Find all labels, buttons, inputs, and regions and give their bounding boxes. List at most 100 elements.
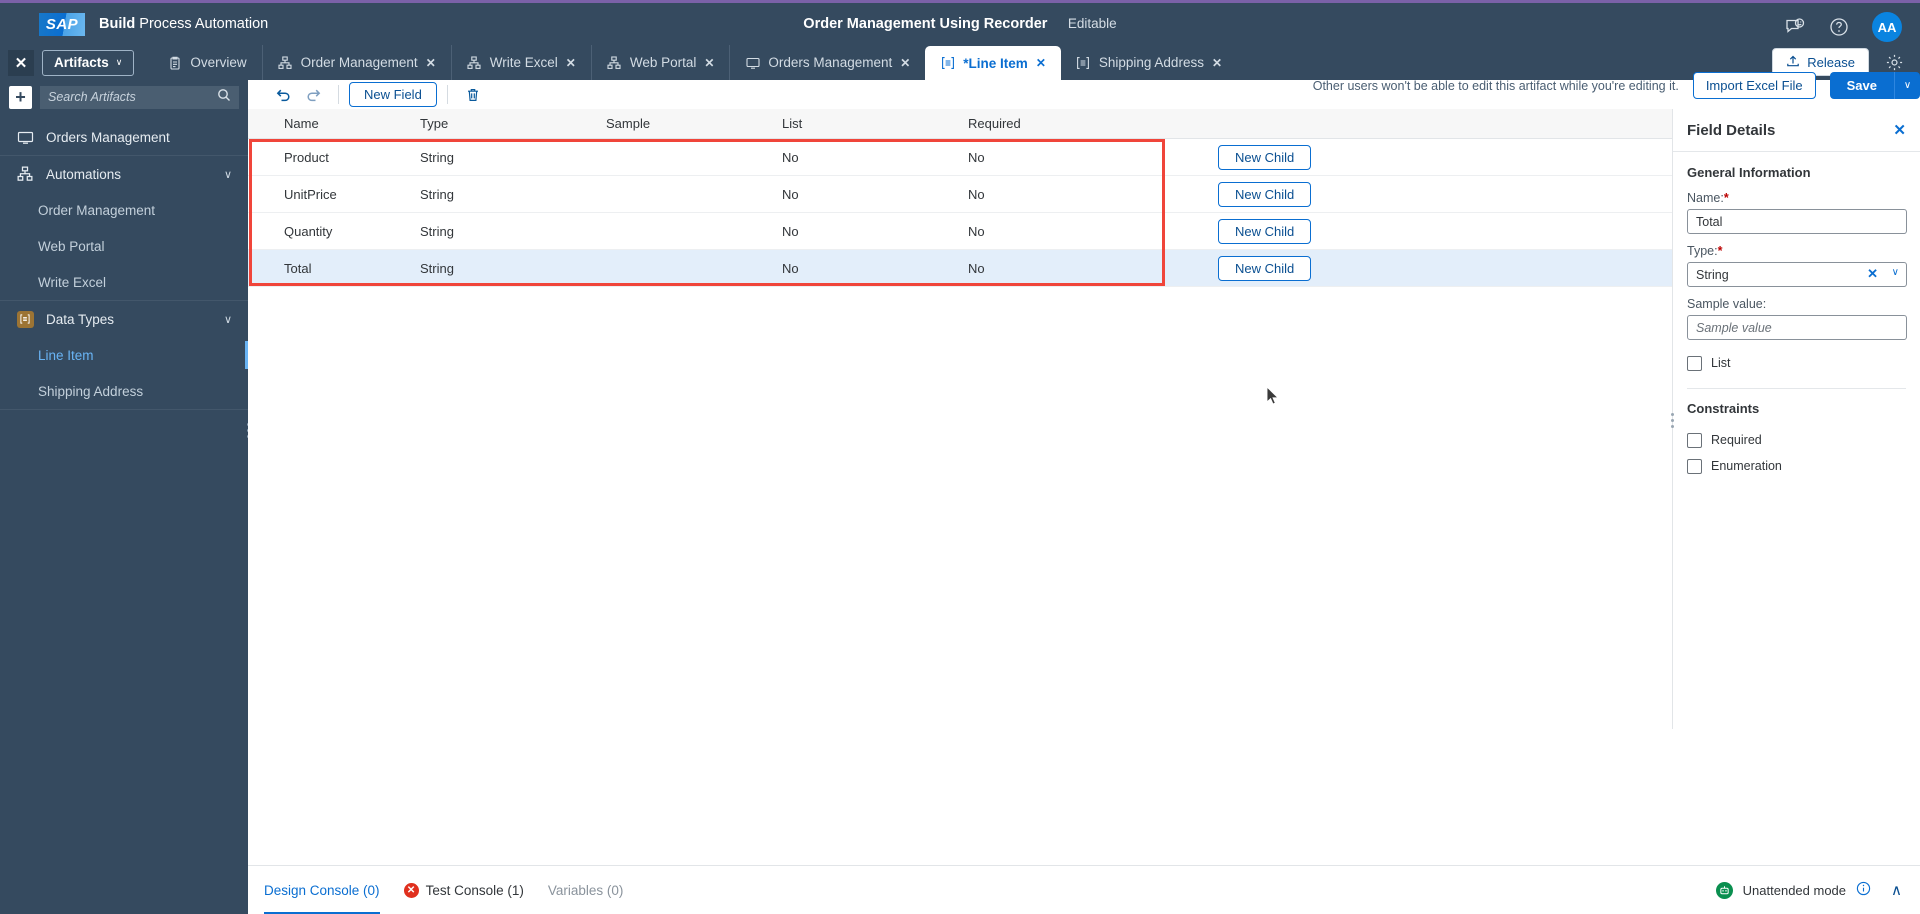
new-child-button[interactable]: New Child xyxy=(1218,218,1312,244)
cell-required: No xyxy=(968,260,985,276)
close-icon[interactable]: ✕ xyxy=(900,56,910,70)
cell-name: Total xyxy=(284,260,312,276)
name-field[interactable] xyxy=(1687,209,1907,234)
required-checkbox-row[interactable]: Required xyxy=(1687,427,1906,453)
search-input[interactable] xyxy=(48,90,217,104)
close-icon[interactable]: ✕ xyxy=(1036,56,1046,70)
tab-line-item[interactable]: *Line Item ✕ xyxy=(925,46,1061,80)
sidebar-item-line-item[interactable]: Line Item xyxy=(0,337,248,373)
cell-actions: New Child xyxy=(1218,181,1418,207)
general-information-title: General Information xyxy=(1687,165,1811,180)
tab-test-console[interactable]: ✕ Test Console (1) xyxy=(403,866,524,914)
close-icon[interactable]: ✕ xyxy=(566,56,576,70)
chevron-down-icon[interactable]: ∨ xyxy=(224,168,232,181)
tab-label: Web Portal xyxy=(629,55,697,70)
fields-table: Name Type Sample List Required Product S… xyxy=(248,109,1920,287)
new-child-button[interactable]: New Child xyxy=(1218,255,1312,281)
save-menu-caret-icon[interactable]: ∨ xyxy=(1894,72,1920,99)
cell-name: Product xyxy=(284,149,329,165)
enumeration-checkbox-row[interactable]: Enumeration xyxy=(1687,453,1906,479)
sap-logo: SAP xyxy=(39,12,85,36)
new-field-button[interactable]: New Field xyxy=(349,82,437,107)
expand-console-icon[interactable]: ∧ xyxy=(1891,881,1902,899)
name-label-text: Name: xyxy=(1687,191,1724,205)
tab-design-console[interactable]: Design Console (0) xyxy=(264,866,380,914)
close-icon[interactable]: ✕ xyxy=(1212,56,1222,70)
new-child-button[interactable]: New Child xyxy=(1218,144,1312,170)
tab-overview[interactable]: Overview xyxy=(152,45,261,80)
sample-value-field[interactable] xyxy=(1687,315,1907,340)
table-row[interactable]: Total String No No New Child xyxy=(248,250,1920,287)
tab-web-portal[interactable]: Web Portal ✕ xyxy=(590,45,730,80)
tab-variables[interactable]: Variables (0) xyxy=(548,866,624,914)
product-name-rest: Process Automation xyxy=(135,16,269,32)
list-checkbox[interactable] xyxy=(1687,355,1702,371)
automation-icon xyxy=(278,55,293,70)
list-checkbox-row[interactable]: List xyxy=(1687,350,1906,376)
close-icon[interactable]: ✕ xyxy=(426,56,436,70)
cell-required: No xyxy=(968,223,985,239)
sidebar-item-order-management[interactable]: Order Management xyxy=(0,192,248,228)
gear-icon[interactable] xyxy=(1885,53,1904,72)
type-select-wrap: ✕ ∨ xyxy=(1687,262,1907,287)
close-icon[interactable]: ✕ xyxy=(704,56,714,70)
artifacts-dropdown-button[interactable]: Artifacts ∨ xyxy=(42,49,135,76)
panel-resize-handle[interactable] xyxy=(1667,409,1677,431)
import-excel-file-button[interactable]: Import Excel File xyxy=(1692,72,1816,99)
sidebar-group-label: Data Types xyxy=(46,311,115,327)
sidebar-item-label: Shipping Address xyxy=(38,383,144,399)
chevron-down-icon[interactable]: ∨ xyxy=(1892,267,1899,278)
close-icon[interactable]: ✕ xyxy=(1893,121,1906,139)
tab-label: Overview xyxy=(190,55,247,70)
enumeration-checkbox[interactable] xyxy=(1687,458,1702,474)
field-details-panel: Field Details ✕ General Information Name… xyxy=(1670,109,1920,729)
tab-write-excel[interactable]: Write Excel ✕ xyxy=(450,45,591,80)
tab-order-management[interactable]: Order Management ✕ xyxy=(261,45,451,80)
field-details-header: Field Details ✕ xyxy=(1673,109,1920,152)
chevron-down-icon[interactable]: ∨ xyxy=(224,313,232,326)
cell-actions: New Child xyxy=(1218,255,1418,281)
trash-icon[interactable] xyxy=(458,82,488,108)
new-child-button[interactable]: New Child xyxy=(1218,181,1312,207)
table-row[interactable]: Product String No No New Child xyxy=(248,139,1920,176)
redo-icon[interactable] xyxy=(298,82,328,108)
clear-type-icon[interactable]: ✕ xyxy=(1867,266,1878,282)
sidebar-search-row: + xyxy=(0,81,248,113)
save-button[interactable]: Save xyxy=(1829,72,1894,99)
sidebar-item-write-excel[interactable]: Write Excel xyxy=(0,264,248,300)
editor-tabs: Overview Order Management ✕ Write Excel … xyxy=(152,45,1237,80)
sidebar-group-header-data-types[interactable]: Data Types ∨ xyxy=(0,301,248,337)
shell-center-title: Order Management Using Recorder Editable xyxy=(0,15,1920,33)
cell-required: No xyxy=(968,149,985,165)
automation-icon xyxy=(15,164,35,184)
add-artifact-button[interactable]: + xyxy=(9,85,32,109)
sidebar-item-orders-management[interactable]: Orders Management xyxy=(0,119,248,155)
undo-icon[interactable] xyxy=(268,82,298,108)
search-artifacts-box[interactable] xyxy=(40,85,239,109)
cell-type: String xyxy=(420,186,454,202)
feedback-icon[interactable] xyxy=(1784,16,1806,38)
product-name: Build Process Automation xyxy=(99,16,268,32)
cell-required: No xyxy=(968,186,985,202)
sidebar-item-web-portal[interactable]: Web Portal xyxy=(0,228,248,264)
avatar[interactable]: AA xyxy=(1872,12,1902,42)
close-artifacts-panel-button[interactable]: ✕ xyxy=(8,49,34,76)
shell-header-actions: AA xyxy=(1784,6,1902,48)
tab-label: Orders Management xyxy=(768,55,893,70)
unattended-mode-label: Unattended mode xyxy=(1742,882,1847,898)
search-icon[interactable] xyxy=(217,88,231,107)
datatype-icon xyxy=(1076,55,1091,70)
required-checkbox[interactable] xyxy=(1687,432,1702,448)
project-icon xyxy=(15,127,35,147)
field-details-body: General Information Name:* Type:* ✕ ∨ Sa… xyxy=(1673,152,1920,479)
table-row[interactable]: UnitPrice String No No New Child xyxy=(248,176,1920,213)
sidebar-group-header-automations[interactable]: Automations ∨ xyxy=(0,156,248,192)
tab-shipping-address[interactable]: Shipping Address ✕ xyxy=(1061,45,1237,80)
toolbar-divider xyxy=(338,85,339,104)
table-row[interactable]: Quantity String No No New Child xyxy=(248,213,1920,250)
info-icon[interactable] xyxy=(1856,881,1871,899)
tab-orders-management-screen[interactable]: Orders Management ✕ xyxy=(729,45,925,80)
help-icon[interactable] xyxy=(1828,16,1850,38)
automation-icon xyxy=(607,55,622,70)
sidebar-item-shipping-address[interactable]: Shipping Address xyxy=(0,373,248,409)
